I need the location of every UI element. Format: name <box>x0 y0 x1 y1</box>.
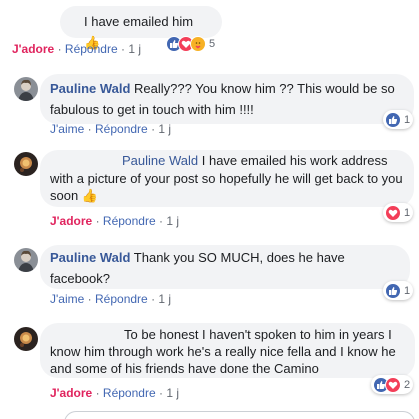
avatar[interactable] <box>14 248 38 272</box>
love-action-link[interactable]: J'adore <box>50 214 92 228</box>
reaction-summary[interactable]: 1 <box>383 110 414 129</box>
comment-actions: J'adore · Répondre · 1 j <box>50 386 179 400</box>
separator-dot: · <box>57 42 65 56</box>
reaction-count: 1 <box>404 284 411 297</box>
comment-actions: J'aime · Répondre · 1 j <box>50 292 171 306</box>
love-action-link[interactable]: J'adore <box>12 42 54 56</box>
comment-text: To be honest I haven't spoken to him in … <box>50 327 396 376</box>
love-reaction-icon <box>385 376 401 393</box>
reaction-summary[interactable]: 2 <box>371 375 414 394</box>
reply-link[interactable]: Répondre <box>65 42 118 56</box>
timestamp[interactable]: 1 j <box>166 214 179 228</box>
reply-link[interactable]: Répondre <box>103 386 156 400</box>
reaction-summary[interactable]: 1 <box>383 203 414 222</box>
comment-author[interactable]: Pauline Wald <box>50 250 130 265</box>
like-action-link[interactable]: J'aime <box>50 292 84 306</box>
reaction-count: 2 <box>404 378 411 391</box>
thumbs-up-emoji: 👍 <box>81 188 99 203</box>
comment-bubble: Pauline Wald I have emailed his work add… <box>40 150 414 207</box>
separator-dot: · <box>87 122 95 136</box>
reaction-summary[interactable]: 1 <box>383 281 414 300</box>
comment-text: I have emailed him <box>84 14 194 29</box>
timestamp[interactable]: 1 j <box>128 42 141 56</box>
like-reaction-icon <box>385 282 401 299</box>
comment-actions: J'adore · Répondre · 1 j <box>12 42 141 56</box>
love-action-link[interactable]: J'adore <box>50 386 92 400</box>
comment-author[interactable]: Pauline Wald <box>50 81 130 96</box>
reaction-count: 1 <box>404 113 411 126</box>
reply-input-edge[interactable] <box>64 411 415 419</box>
reaction-count: 1 <box>404 206 411 219</box>
reaction-summary[interactable]: 5 <box>166 34 215 53</box>
avatar[interactable] <box>14 152 38 176</box>
separator-dot: · <box>87 292 95 306</box>
timestamp[interactable]: 1 j <box>158 122 171 136</box>
reply-link[interactable]: Répondre <box>95 122 148 136</box>
comment-author[interactable]: Pauline Wald <box>122 153 198 168</box>
avatar[interactable] <box>14 327 38 351</box>
reply-link[interactable]: Répondre <box>95 292 148 306</box>
like-reaction-icon <box>385 111 401 128</box>
comment-bubble: Pauline Wald Thank you SO MUCH, does he … <box>40 245 410 289</box>
reaction-count: 5 <box>209 37 216 50</box>
care-reaction-icon <box>190 35 206 52</box>
timestamp[interactable]: 1 j <box>166 386 179 400</box>
comment-bubble: Pauline Wald Really??? You know him ?? T… <box>40 74 414 124</box>
comment-text: I have emailed his work address with a p… <box>50 153 403 203</box>
avatar[interactable] <box>14 77 38 101</box>
separator-dot: · <box>95 214 103 228</box>
comment-actions: J'aime · Répondre · 1 j <box>50 122 171 136</box>
separator-dot: · <box>95 386 103 400</box>
comment-actions: J'adore · Répondre · 1 j <box>50 214 179 228</box>
comment-bubble: To be honest I haven't spoken to him in … <box>40 323 415 378</box>
like-action-link[interactable]: J'aime <box>50 122 84 136</box>
love-reaction-icon <box>385 204 401 221</box>
timestamp[interactable]: 1 j <box>158 292 171 306</box>
reply-link[interactable]: Répondre <box>103 214 156 228</box>
